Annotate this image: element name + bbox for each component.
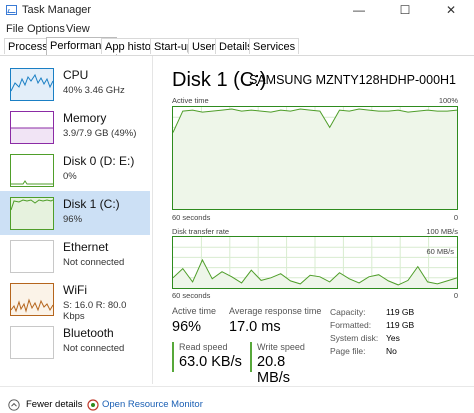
sidebar-detail: 0% [63, 171, 77, 182]
sidebar-detail: 3.9/7.9 GB (49%) [63, 128, 137, 139]
active-time-stat-label: Active time [172, 306, 217, 316]
tab-services[interactable]: Services [249, 38, 300, 54]
ethernet-thumbnail-graph [10, 240, 54, 273]
resource-sidebar: CPU 40% 3.46 GHz Memory 3.9/7.9 GB (49%)… [0, 56, 153, 384]
read-speed-value: 63.0 KB/s [179, 354, 242, 370]
memory-thumbnail-graph [10, 111, 54, 144]
sidebar-detail: 96% [63, 214, 83, 225]
read-speed-label: Read speed [179, 342, 228, 352]
transfer-seconds-label: 60 seconds [172, 291, 211, 300]
system-disk-value: Yes [386, 333, 400, 343]
read-speed-box: Read speed 63.0 KB/s [172, 342, 244, 372]
sidebar-item-memory[interactable]: Memory 3.9/7.9 GB (49%) [0, 105, 150, 149]
active-time-zero-label: 0 [453, 213, 458, 222]
sidebar-detail: S: 16.0 R: 80.0 Kbps [63, 300, 127, 322]
page-file-value: No [386, 346, 397, 356]
transfer-rate-mid-label: 60 MB/s [426, 247, 454, 256]
disk-detail-panel: Disk 1 (C:) SAMSUNG MZNTY128HDHP-000H1 A… [158, 56, 474, 384]
chevron-up-icon[interactable] [8, 399, 20, 411]
sidebar-detail: Not connected [63, 343, 125, 354]
page-file-label: Page file: [330, 346, 366, 356]
sidebar-item-wifi[interactable]: WiFi S: 16.0 R: 80.0 Kbps [0, 277, 150, 322]
sidebar-item-disk-0[interactable]: Disk 0 (D: E:) 0% [0, 148, 150, 192]
menu-bar: File Options View [0, 21, 474, 37]
disk-model: SAMSUNG MZNTY128HDHP-000H1 [249, 73, 456, 87]
disk-1-thumbnail-graph [10, 197, 54, 230]
menu-file[interactable]: File [6, 23, 24, 35]
sidebar-item-bluetooth[interactable]: Bluetooth Not connected [0, 320, 150, 364]
write-speed-box: Write speed 20.8 MB/s [250, 342, 322, 386]
write-speed-label: Write speed [257, 342, 305, 352]
window-title: Task Manager [22, 4, 92, 16]
sidebar-item-ethernet[interactable]: Ethernet Not connected [0, 234, 150, 278]
sidebar-detail: Not connected [63, 257, 125, 268]
write-speed-value: 20.8 MB/s [257, 354, 291, 386]
formatted-value: 119 GB [386, 320, 415, 330]
active-time-stat-value: 96% [172, 319, 202, 335]
maximize-button[interactable]: ☐ [382, 0, 428, 21]
response-time-label: Average response time [229, 306, 322, 316]
wifi-thumbnail-graph [10, 283, 54, 316]
active-time-graph [172, 106, 458, 210]
active-time-graph-label: Active time [172, 96, 209, 105]
formatted-label: Formatted: [330, 320, 372, 330]
open-resource-monitor-link[interactable]: Open Resource Monitor [102, 399, 203, 410]
cpu-thumbnail-graph [10, 68, 54, 101]
active-time-area [173, 109, 457, 209]
sidebar-label: Bluetooth [63, 326, 114, 340]
capacity-label: Capacity: [330, 307, 366, 317]
menu-options[interactable]: Options [27, 23, 65, 35]
active-time-seconds-label: 60 seconds [172, 213, 211, 222]
close-button[interactable]: ✕ [428, 0, 474, 21]
sidebar-detail: 40% 3.46 GHz [63, 85, 125, 96]
sidebar-label: Disk 0 (D: E:) [63, 154, 135, 168]
sidebar-item-cpu[interactable]: CPU 40% 3.46 GHz [0, 62, 150, 106]
task-manager-icon [6, 5, 17, 15]
system-disk-label: System disk: [330, 333, 379, 343]
transfer-rate-max-label: 100 MB/s [426, 227, 458, 236]
transfer-zero-label: 0 [453, 291, 458, 300]
title-bar: Task Manager — ☐ ✕ [0, 0, 474, 21]
sidebar-label: WiFi [63, 283, 87, 297]
bluetooth-thumbnail-graph [10, 326, 54, 359]
capacity-value: 119 GB [386, 307, 415, 317]
transfer-rate-graph: 60 MB/s [172, 236, 458, 289]
menu-view[interactable]: View [66, 23, 90, 35]
sidebar-label: CPU [63, 68, 89, 82]
fewer-details-button[interactable]: Fewer details [26, 399, 83, 410]
transfer-rate-graph-label: Disk transfer rate [172, 227, 230, 236]
active-time-max-label: 100% [438, 96, 458, 105]
tab-bar: Processes Performance App history Start-… [0, 37, 474, 56]
disk-0-thumbnail-graph [10, 154, 54, 187]
sidebar-item-disk-1[interactable]: Disk 1 (C:) 96% [0, 191, 150, 235]
sidebar-label: Memory [63, 111, 107, 125]
footer-bar: Fewer details Open Resource Monitor [0, 386, 474, 413]
sidebar-label: Ethernet [63, 240, 109, 254]
resource-monitor-icon [87, 399, 99, 411]
sidebar-label: Disk 1 (C:) [63, 197, 120, 211]
minimize-button[interactable]: — [336, 0, 382, 21]
response-time-value: 17.0 ms [229, 319, 281, 335]
